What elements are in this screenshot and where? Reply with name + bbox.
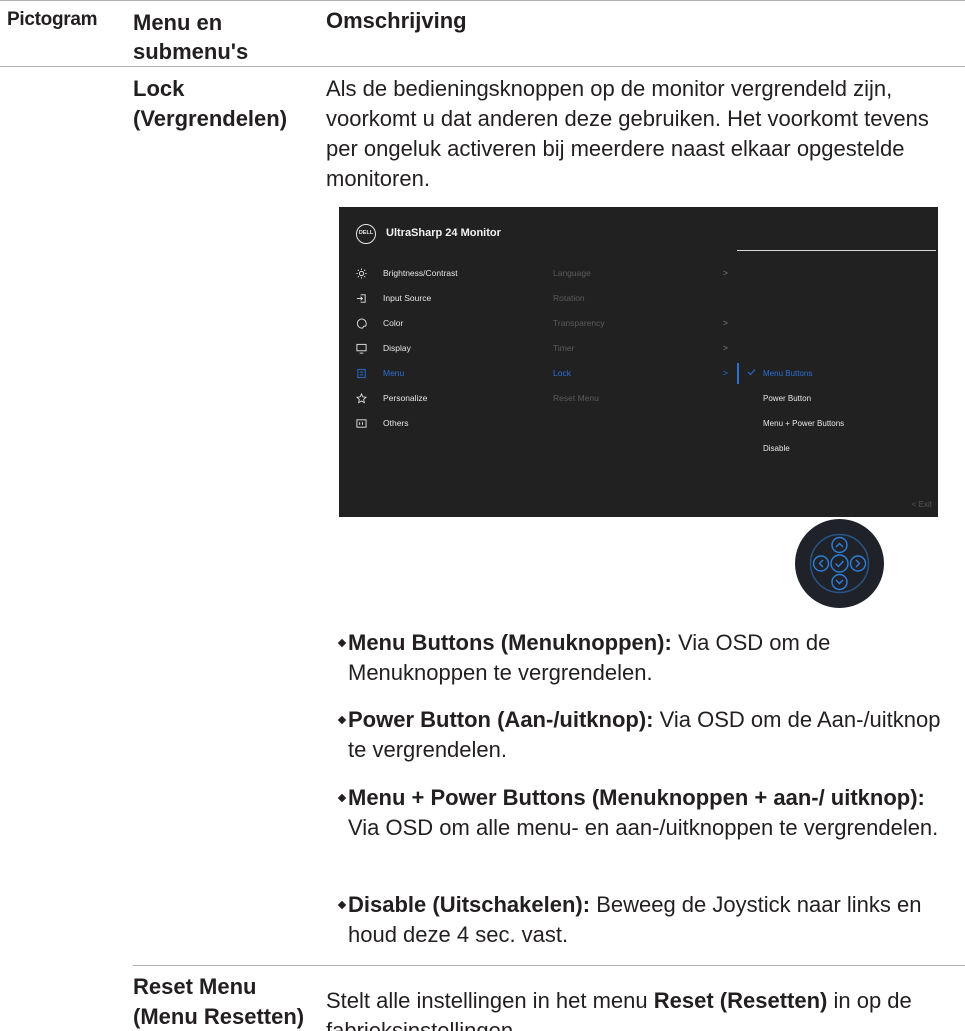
lock-option-menu-power-buttons: Menu + Power Buttons (Menuknoppen + aan-… [337, 783, 959, 843]
chevron-right-icon: > [722, 268, 728, 278]
osd-submenu-transparency[interactable]: Transparency > [553, 315, 728, 331]
osd-menu-label: Menu [383, 368, 405, 378]
joystick-icon [795, 519, 884, 608]
osd-menu-item-menu[interactable]: Menu [356, 365, 546, 381]
table-header-rule [0, 66, 965, 67]
osd-title: UltraSharp 24 Monitor [386, 227, 501, 239]
input-icon [356, 293, 367, 304]
osd-screenshot: DELL UltraSharp 24 Monitor Brightness/Co… [339, 207, 938, 517]
osd-option-power-button[interactable]: Power Button [763, 390, 811, 406]
header-description: Omschrijving [326, 8, 467, 33]
osd-exit-button[interactable]: < Exit [912, 500, 932, 509]
lock-option-disable: Disable (Uitschakelen): Beweeg de Joysti… [337, 890, 959, 950]
osd-submenu-language[interactable]: Language > [553, 265, 728, 281]
osd-option-menu-buttons[interactable]: Menu Buttons [747, 365, 812, 381]
osd-submenu-label: Rotation [553, 293, 585, 303]
row-separator [133, 965, 965, 966]
bullet-term: Menu + Power Buttons (Menuknoppen + aan-… [348, 785, 925, 810]
dell-logo-icon: DELL [356, 224, 376, 244]
table-top-rule [0, 0, 965, 1]
reset-description-pre: Stelt alle instellingen in het menu [326, 988, 654, 1013]
chevron-right-icon: > [722, 368, 728, 378]
palette-icon [356, 317, 367, 329]
reset-menu-name: Reset Menu (Menu Resetten) [133, 974, 305, 1029]
chevron-right-icon: > [722, 318, 728, 328]
bullet-term: Power Button (Aan-/uitknop): [348, 707, 654, 732]
star-icon [356, 392, 367, 404]
check-icon [747, 368, 759, 378]
osd-submenu-timer[interactable]: Timer > [553, 340, 728, 356]
osd-option-menu-power-buttons[interactable]: Menu + Power Buttons [763, 415, 844, 431]
bullet-text: Via OSD om alle menu- en aan-/uitknoppen… [348, 815, 939, 840]
bullet-term: Disable (Uitschakelen): [348, 892, 591, 917]
osd-option-disable[interactable]: Disable [763, 440, 790, 456]
osd-menu-label: Display [383, 343, 411, 353]
osd-option-label: Disable [763, 443, 790, 453]
osd-title-rule [737, 250, 936, 251]
header-pictogram: Pictogram [7, 9, 98, 30]
osd-submenu-label: Lock [553, 368, 571, 378]
lock-menu-name: Lock (Vergrendelen) [133, 76, 288, 131]
osd-menu-label: Color [383, 318, 404, 328]
header-menu: Menu en submenu's [133, 10, 249, 64]
menu-icon [356, 368, 367, 379]
osd-submenu-label: Timer [553, 343, 575, 353]
osd-menu-item-display[interactable]: Display [356, 340, 546, 356]
osd-option-label: Menu Buttons [763, 368, 813, 378]
osd-menu-label: Input Source [383, 293, 432, 303]
reset-description: Stelt alle instellingen in het menu Rese… [326, 986, 956, 1031]
bullet-term: Menu Buttons (Menuknoppen): [348, 630, 672, 655]
lock-description: Als de bedieningsknoppen op de monitor v… [326, 76, 929, 191]
osd-selection-bar [737, 363, 739, 384]
osd-option-label: Power Button [763, 393, 812, 403]
osd-submenu-label: Reset Menu [553, 393, 599, 403]
sun-icon [356, 267, 367, 279]
chevron-right-icon: > [722, 343, 728, 353]
osd-menu-label: Brightness/Contrast [383, 268, 458, 278]
monitor-icon [356, 343, 367, 354]
osd-menu-label: Others [383, 418, 409, 428]
osd-menu-item-personalize[interactable]: Personalize [356, 390, 546, 406]
osd-menu-item-brightness[interactable]: Brightness/Contrast [356, 265, 546, 281]
osd-submenu-lock[interactable]: Lock > [553, 365, 728, 381]
osd-submenu-label: Transparency [553, 318, 605, 328]
others-icon [356, 418, 367, 429]
osd-option-label: Menu + Power Buttons [763, 418, 845, 428]
osd-menu-item-input-source[interactable]: Input Source [356, 290, 546, 306]
osd-submenu-rotation[interactable]: Rotation [553, 290, 728, 306]
osd-menu-label: Personalize [383, 393, 428, 403]
reset-description-bold: Reset (Resetten) [653, 988, 828, 1013]
lock-option-power-button: Power Button (Aan-/uitknop): Via OSD om … [337, 705, 959, 765]
osd-submenu-reset-menu[interactable]: Reset Menu [553, 390, 728, 406]
lock-option-menu-buttons: Menu Buttons (Menuknoppen): Via OSD om d… [337, 628, 959, 688]
osd-menu-item-color[interactable]: Color [356, 315, 546, 331]
osd-submenu-label: Language [553, 268, 591, 278]
osd-menu-item-others[interactable]: Others [356, 415, 546, 431]
